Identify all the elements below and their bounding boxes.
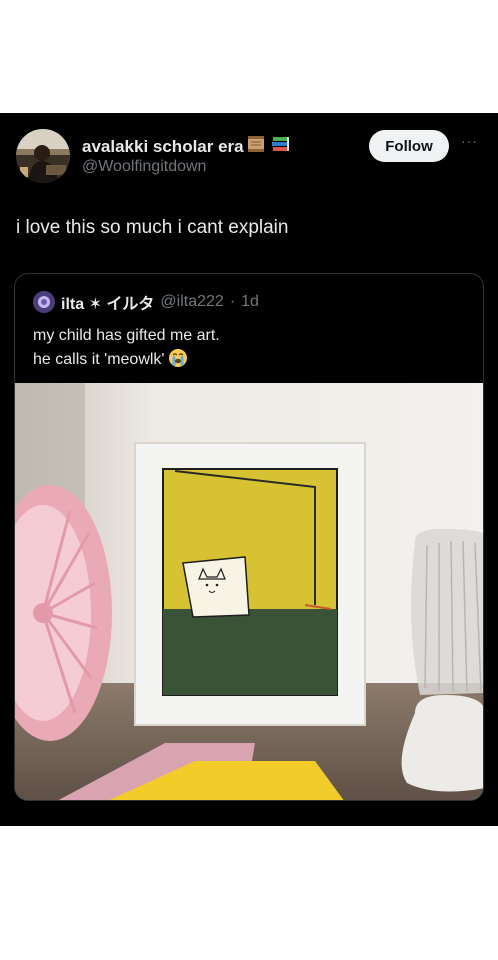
more-icon[interactable]: ··· [461,133,478,149]
quoted-separator: · [229,293,236,310]
picture-frame [134,442,366,726]
tweet-card: avalakki scholar era @Woolfingitdown Fol… [0,113,498,826]
author-avatar[interactable] [16,129,70,183]
tweet-text: i love this so much i cant explain [16,217,289,238]
quoted-time[interactable]: 1d [241,293,259,311]
sob-emoji-icon [168,348,188,368]
attached-photo[interactable] [15,383,483,800]
quoted-tweet[interactable]: ilta ✶ イルタ @ilta222 · 1d my child has gi… [14,273,484,801]
quoted-handle[interactable]: @ilta222 [160,293,223,311]
author-display-name[interactable]: avalakki scholar era [82,137,244,157]
quoted-avatar[interactable] [33,291,55,313]
follow-button[interactable]: Follow [369,130,449,162]
quoted-header: ilta ✶ イルタ @ilta222 · 1d [33,290,259,314]
quoted-text-line-2-text: he calls it 'meowlk' [33,351,165,368]
books-icon [270,134,292,159]
quoted-text-line-2: he calls it 'meowlk' [33,348,220,372]
author-handle[interactable]: @Woolfingitdown [82,158,206,176]
quoted-display-name[interactable]: ilta ✶ イルタ [61,290,154,314]
quoted-text-line-1: my child has gifted me art. [33,327,220,344]
scroll-icon [246,134,268,159]
author-name-row: avalakki scholar era [82,134,292,159]
quoted-text: my child has gifted me art. he calls it … [33,324,220,372]
